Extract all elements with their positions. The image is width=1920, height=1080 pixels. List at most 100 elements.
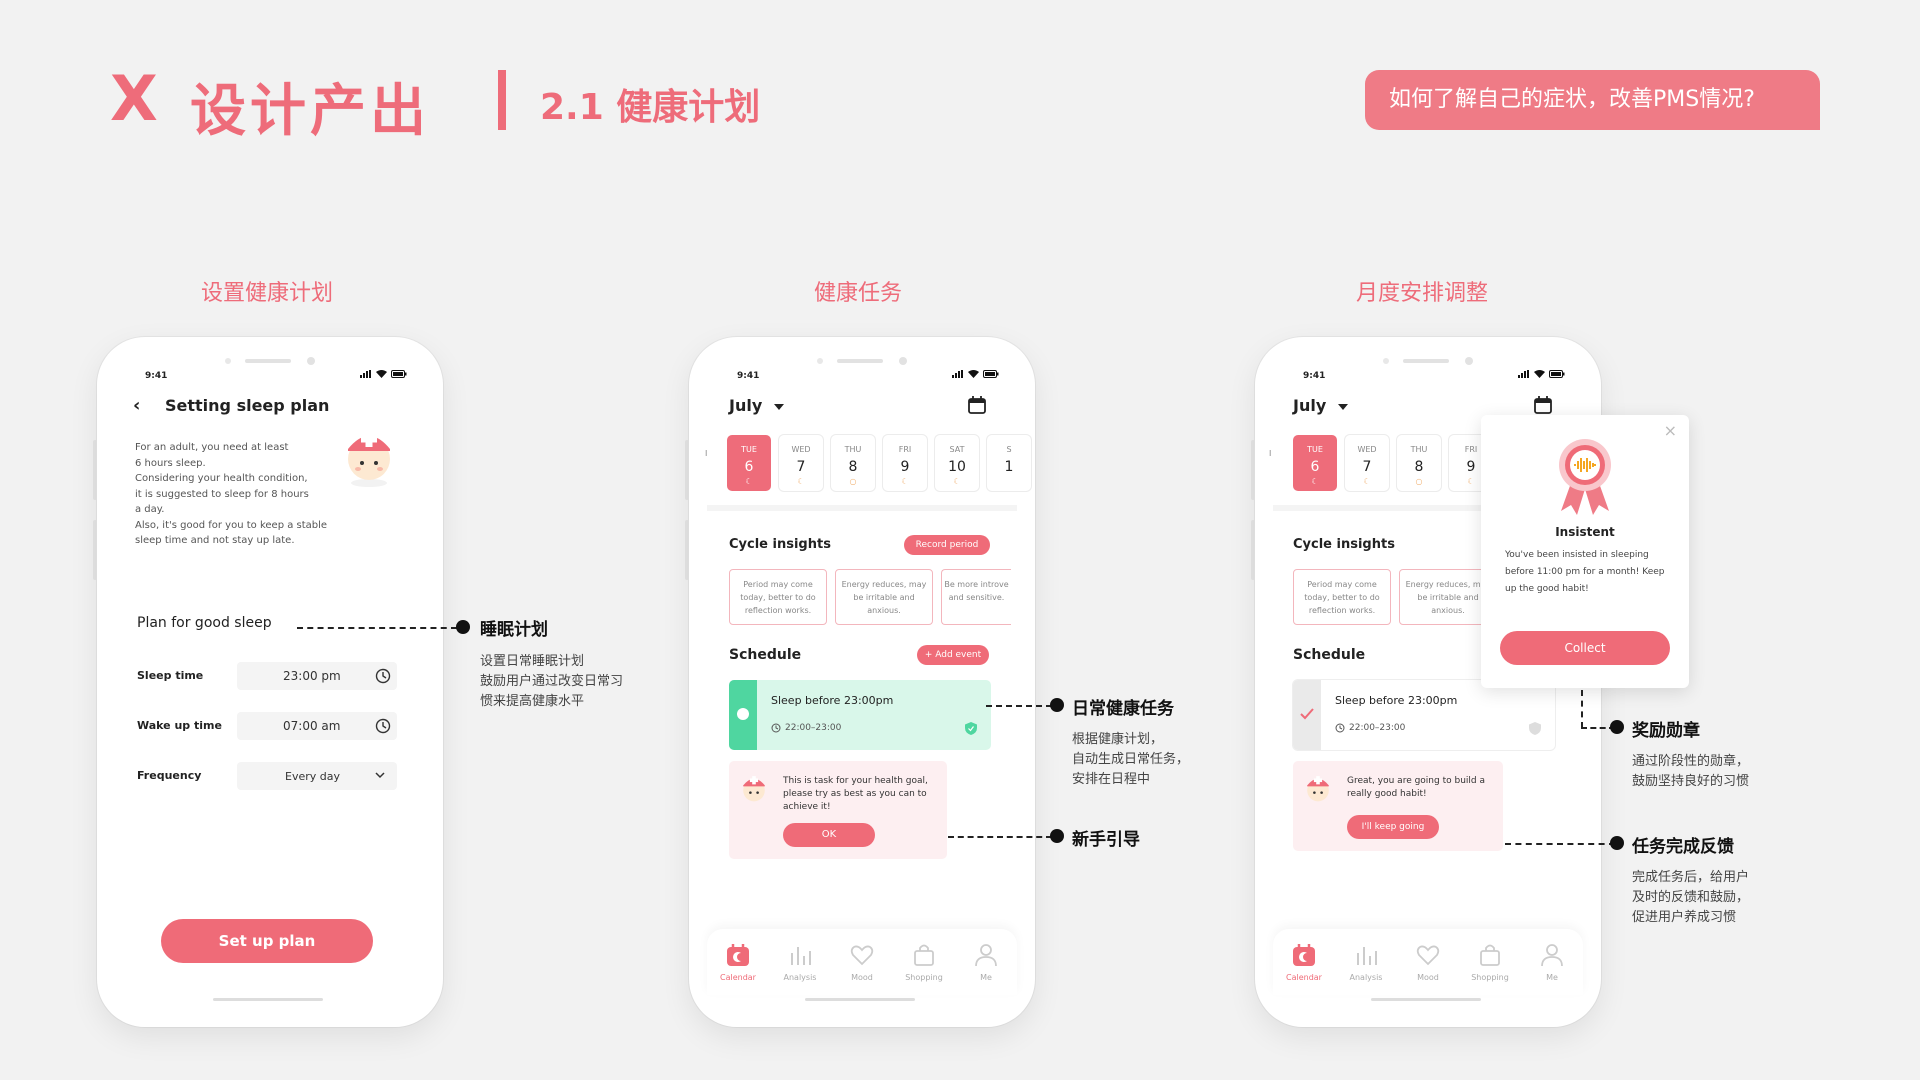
task-title: Sleep before 23:00pm (771, 694, 894, 707)
sleep-time-field[interactable]: 23:00 pm (237, 662, 397, 690)
task-card[interactable]: Sleep before 23:00pm 22:00–23:00 (729, 680, 991, 750)
battery-icon (983, 370, 999, 378)
medal-popup: × Insistent You've been insisted in slee… (1481, 415, 1689, 688)
tab-calendar[interactable]: Calendar (715, 943, 761, 982)
day-card[interactable]: WED 7 ☾ (1345, 435, 1389, 491)
clock-icon (375, 668, 391, 684)
annotation-sleep-plan-title: 睡眠计划 (480, 620, 548, 640)
wifi-icon (376, 370, 387, 378)
task-checkbox[interactable] (737, 708, 749, 720)
wake-time-field[interactable]: 07:00 am (237, 712, 397, 740)
analysis-icon (791, 947, 811, 965)
status-time: 9:41 (1303, 371, 1326, 381)
annotation-line (948, 836, 1052, 838)
back-icon[interactable]: ‹ (133, 395, 140, 416)
nav-title: Setting sleep plan (165, 396, 330, 415)
onboarding-ok-button[interactable]: OK (783, 823, 875, 847)
schedule-title: Schedule (729, 647, 802, 663)
signal-icon (360, 370, 371, 378)
nurse-mascot-icon (343, 421, 395, 491)
week-strip: I TUE 6 ☾ WED 7 ☾ THU 8 ○ FRI 9 ☾ SAT 10 ☾ S1 (689, 435, 1035, 505)
medal-icon (1559, 439, 1611, 515)
annotation-medal-desc: 通过阶段性的勋章， 鼓励坚持良好的习惯 (1632, 754, 1750, 789)
add-event-button[interactable]: + Add event (917, 645, 989, 665)
status-icons (952, 370, 999, 378)
divider (707, 505, 1017, 511)
calendar-icon[interactable] (967, 395, 987, 415)
caret-down-icon (773, 404, 784, 410)
month-selector[interactable]: July (1293, 396, 1348, 415)
section-title-health-tasks: 健康任务 (813, 281, 902, 306)
clock-icon (1335, 723, 1345, 733)
collect-button[interactable]: Collect (1500, 631, 1670, 665)
shopping-bag-icon (914, 944, 934, 966)
tab-shopping[interactable]: Shopping (901, 943, 947, 982)
phone-sensor (225, 358, 231, 364)
sleep-advice-text: For an adult, you need at least 6 hours … (135, 442, 328, 546)
tab-analysis[interactable]: Analysis (777, 943, 823, 982)
calendar-tab-icon (727, 944, 749, 966)
day-card[interactable]: S1 (987, 435, 1031, 491)
shield-icon (1529, 722, 1541, 735)
clock-icon (771, 723, 781, 733)
checkmark-icon[interactable] (1300, 708, 1314, 720)
cycle-insights-title: Cycle insights (1293, 537, 1395, 552)
frequency-select[interactable]: Every day (237, 762, 397, 790)
day-card[interactable]: THU 8 ○ (831, 435, 875, 491)
annotation-line (986, 705, 1052, 707)
day-card[interactable]: SAT 10 ☾ (935, 435, 979, 491)
task-card-completed[interactable]: Sleep before 23:00pm 22:00–23:00 (1293, 680, 1555, 750)
phone-camera (307, 357, 315, 365)
medal-description: You've been insisted in sleeping before … (1505, 550, 1665, 594)
signal-icon (1518, 370, 1529, 378)
sleep-time-label: Sleep time (137, 669, 204, 682)
record-period-button[interactable]: Record period (904, 535, 990, 555)
insight-card[interactable]: Energy reduces, may be irritable and anx… (835, 569, 933, 625)
tab-mood[interactable]: Mood (1405, 943, 1451, 982)
annotation-feedback-desc: 完成任务后，给用户 及时的反馈和鼓励， 促进用户养成习惯 (1632, 870, 1750, 925)
heart-icon (850, 945, 874, 966)
onboarding-tip: This is task for your health goal, pleas… (729, 761, 947, 859)
set-up-plan-button[interactable]: Set up plan (161, 919, 373, 963)
home-indicator (805, 998, 915, 1001)
annotation-sleep-plan-desc: 设置日常睡眠计划 鼓励用户通过改变日常习 惯来提高健康水平 (480, 654, 624, 709)
annotation-line (1581, 690, 1583, 728)
status-time: 9:41 (737, 371, 760, 381)
frequency-value: Every day (285, 770, 340, 783)
tab-analysis[interactable]: Analysis (1343, 943, 1389, 982)
insight-card[interactable]: Period may come today, better to do refl… (729, 569, 827, 625)
day-card[interactable]: THU 8 ○ (1397, 435, 1441, 491)
month-selector[interactable]: July (729, 396, 784, 415)
day-card-selected[interactable]: TUE 6 ☾ (727, 435, 771, 491)
phone-setting-sleep-plan: 9:41 ‹ Setting sleep plan For an adult, … (97, 337, 443, 1027)
annotation-feedback-title: 任务完成反馈 (1632, 837, 1734, 857)
phone-health-tasks: 9:41 July I TUE 6 ☾ WED 7 ☾ THU 8 ○ FRI 9 ☾ SAT 1… (689, 337, 1035, 1027)
tab-me[interactable]: Me (963, 943, 1009, 982)
signal-icon (952, 370, 963, 378)
page-title: 设计产出 (190, 79, 430, 144)
tab-mood[interactable]: Mood (839, 943, 885, 982)
phone-speaker (837, 359, 883, 363)
insight-card[interactable]: Be more introve and sensitive. (941, 569, 1011, 625)
bottom-tab-bar: Calendar Analysis Mood Shopping Me (707, 929, 1017, 995)
keep-going-button[interactable]: I'll keep going (1347, 815, 1439, 839)
calendar-icon[interactable] (1533, 395, 1553, 415)
day-card-selected[interactable]: TUE 6 ☾ (1293, 435, 1337, 491)
tab-shopping[interactable]: Shopping (1467, 943, 1513, 982)
cycle-insights-title: Cycle insights (729, 537, 831, 552)
tab-calendar[interactable]: Calendar (1281, 943, 1327, 982)
annotation-bullet (456, 620, 470, 634)
tab-me[interactable]: Me (1529, 943, 1575, 982)
phone-camera (1465, 357, 1473, 365)
annotation-bullet (1610, 720, 1624, 734)
medal-title: Insistent (1555, 525, 1615, 539)
day-card[interactable]: WED 7 ☾ (779, 435, 823, 491)
phone-speaker (1403, 359, 1449, 363)
insight-card[interactable]: Period may come today, better to do refl… (1293, 569, 1391, 625)
battery-icon (1549, 370, 1565, 378)
shield-icon (965, 722, 977, 735)
day-card[interactable]: FRI 9 ☾ (883, 435, 927, 491)
close-icon[interactable]: × (1664, 421, 1677, 440)
annotation-daily-task-title: 日常健康任务 (1072, 699, 1174, 719)
annotation-daily-task-desc: 根据健康计划， 自动生成日常任务， 安排在日程中 (1072, 732, 1190, 787)
